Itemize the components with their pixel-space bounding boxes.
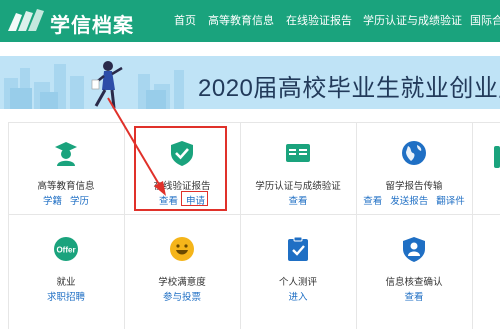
tile-links: 参与投票 [124, 289, 240, 303]
nav-online-report[interactable]: 在线验证报告 [286, 12, 352, 28]
link-send-report[interactable]: 发送报告 [390, 196, 428, 207]
link-view-verification[interactable]: 查看 [404, 292, 423, 303]
tile-personal-assessment: 个人测评 进入 [240, 236, 356, 306]
site-logo[interactable]: 学信档案 [6, 5, 136, 37]
banner-title: 2020届高校毕业生就业创业服 [198, 75, 500, 102]
graduate-icon [55, 142, 77, 166]
nav-certification[interactable]: 学历认证与成绩验证 [363, 12, 462, 28]
tile-label: 就业 [56, 277, 76, 288]
partial-tile-icon [494, 146, 500, 168]
link-translation[interactable]: 翻译件 [436, 196, 465, 207]
tile-label: 信息核查确认 [385, 277, 443, 288]
running-person-illustration [91, 61, 123, 109]
tile-label: 学历认证与成绩验证 [255, 181, 341, 192]
svg-text:Offer: Offer [56, 246, 75, 255]
tile-links: 进入 [240, 289, 356, 303]
nav-home[interactable]: 首页 [174, 12, 196, 28]
grid-top-border [8, 122, 500, 123]
nav-higher-education[interactable]: 高等教育信息 [208, 12, 274, 28]
tile-higher-education: 高等教育信息 学籍 学历 [8, 140, 124, 210]
nav-international[interactable]: 国际合 [470, 12, 500, 28]
highlight-apply-box [181, 191, 208, 206]
tile-links: 查看 [240, 193, 356, 207]
offer-icon: Offer [54, 237, 78, 261]
tile-certification: 学历认证与成绩验证 查看 [240, 140, 356, 210]
book-pages-logo-icon [8, 9, 44, 31]
tile-info-verification: 信息核查确认 查看 [356, 236, 472, 306]
clipboard-check-icon [288, 236, 308, 261]
link-view-abroad[interactable]: 查看 [363, 196, 382, 207]
link-view-certification[interactable]: 查看 [288, 196, 307, 207]
grid-column-divider [472, 122, 473, 329]
link-degree[interactable]: 学历 [70, 196, 89, 207]
globe-icon [402, 141, 426, 165]
link-job-search[interactable]: 求职招聘 [47, 292, 85, 303]
tile-links: 求职招聘 [8, 289, 124, 303]
tile-links: 查看 [356, 289, 472, 303]
smiley-icon [170, 237, 194, 261]
link-enter[interactable]: 进入 [288, 292, 307, 303]
promo-banner[interactable]: 2020届高校毕业生就业创业服 [0, 56, 500, 109]
tile-label: 高等教育信息 [37, 181, 95, 192]
tile-employment: Offer 就业 求职招聘 [8, 236, 124, 306]
tile-label: 学校满意度 [158, 277, 206, 288]
tile-study-abroad-report: 留学报告传输 查看 发送报告 翻译件 [356, 140, 472, 210]
grid-row-divider [8, 214, 500, 215]
link-student-status[interactable]: 学籍 [43, 196, 62, 207]
tile-label: 留学报告传输 [385, 181, 443, 192]
logo-text: 学信档案 [50, 15, 134, 37]
link-vote[interactable]: 参与投票 [163, 292, 201, 303]
tile-label: 个人测评 [278, 277, 317, 288]
tile-links: 学籍 学历 [8, 193, 124, 207]
id-card-icon [286, 144, 310, 162]
top-navigation-bar: 学信档案 首页 高等教育信息 在线验证报告 学历认证与成绩验证 国际合 [0, 0, 500, 42]
tile-links: 查看 发送报告 翻译件 [356, 193, 472, 207]
tile-school-satisfaction: 学校满意度 参与投票 [124, 236, 240, 306]
user-verify-icon [403, 237, 425, 262]
